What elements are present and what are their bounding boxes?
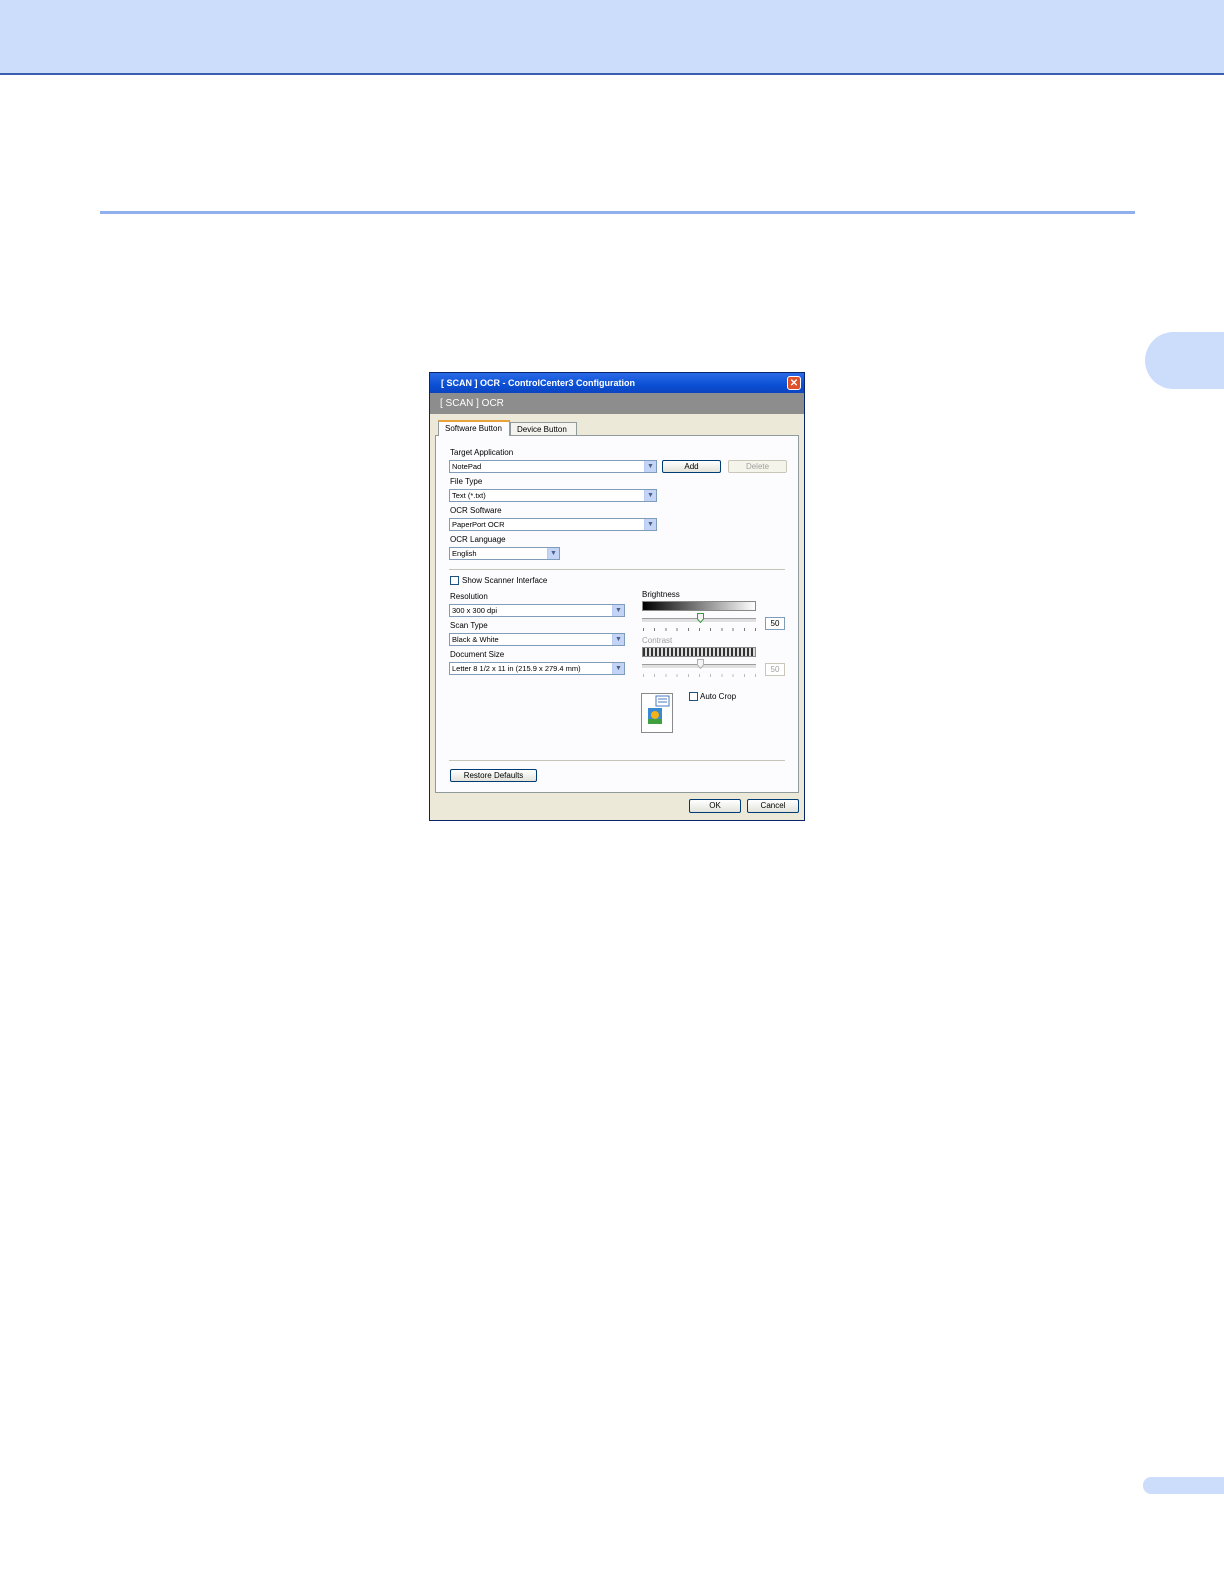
contrast-label: Contrast: [642, 636, 673, 645]
ocr-software-value: PaperPort OCR: [452, 520, 505, 529]
close-button[interactable]: ✕: [787, 376, 801, 390]
chevron-down-icon: ▼: [644, 490, 656, 501]
page-number-tab: [1143, 1477, 1224, 1494]
restore-defaults-button[interactable]: Restore Defaults: [450, 769, 537, 782]
file-type-value: Text (*.txt): [452, 491, 486, 500]
contrast-pattern: [642, 647, 756, 657]
scanned-page-icon: [648, 695, 670, 724]
chapter-tab: [1145, 332, 1224, 389]
contrast-value[interactable]: 50: [765, 663, 785, 676]
file-type-select[interactable]: Text (*.txt) ▼: [449, 489, 657, 502]
chevron-down-icon: ▼: [612, 634, 624, 645]
contrast-ticks: [643, 674, 757, 677]
document-size-label: Document Size: [450, 650, 505, 659]
scan-type-select[interactable]: Black & White ▼: [449, 633, 625, 646]
chevron-down-icon: ▼: [547, 548, 559, 559]
divider: [449, 569, 785, 570]
dialog-header: [ SCAN ] OCR: [430, 393, 804, 414]
dialog-title: [ SCAN ] OCR - ControlCenter3 Configurat…: [441, 378, 635, 388]
contrast-slider-thumb[interactable]: [697, 659, 704, 669]
close-icon: ✕: [789, 378, 799, 389]
add-button[interactable]: Add: [662, 460, 721, 473]
target-application-label: Target Application: [450, 448, 514, 457]
dialog-header-text: [ SCAN ] OCR: [440, 398, 504, 409]
delete-button[interactable]: Delete: [728, 460, 787, 473]
resolution-value: 300 x 300 dpi: [452, 606, 498, 615]
file-type-label: File Type: [450, 477, 483, 486]
page-header-band: [0, 0, 1224, 75]
document-icon: [641, 693, 673, 733]
document-size-select[interactable]: Letter 8 1/2 x 11 in (215.9 x 279.4 mm) …: [449, 662, 625, 675]
tab-panel: Target Application NotePad ▼ Add Delete …: [435, 435, 799, 793]
chevron-down-icon: ▼: [612, 663, 624, 674]
brightness-gradient: [642, 601, 756, 611]
ok-button[interactable]: OK: [689, 799, 741, 813]
ocr-language-select[interactable]: English ▼: [449, 547, 560, 560]
chevron-down-icon: ▼: [644, 461, 656, 472]
brightness-label: Brightness: [642, 590, 680, 599]
resolution-select[interactable]: 300 x 300 dpi ▼: [449, 604, 625, 617]
brightness-value[interactable]: 50: [765, 617, 785, 630]
chevron-down-icon: ▼: [612, 605, 624, 616]
target-application-value: NotePad: [452, 462, 482, 471]
show-scanner-interface-checkbox[interactable]: [450, 576, 459, 585]
document-size-value: Letter 8 1/2 x 11 in (215.9 x 279.4 mm): [452, 664, 581, 673]
dialog-titlebar: [ SCAN ] OCR - ControlCenter3 Configurat…: [430, 373, 804, 393]
cancel-button[interactable]: Cancel: [747, 799, 799, 813]
auto-crop-checkbox[interactable]: [689, 692, 698, 701]
resolution-label: Resolution: [450, 592, 488, 601]
tab-software-button[interactable]: Software Button: [438, 420, 510, 436]
brightness-ticks: [643, 628, 757, 631]
scan-type-label: Scan Type: [450, 621, 488, 630]
auto-crop-label: Auto Crop: [700, 692, 737, 701]
brightness-slider-thumb[interactable]: [697, 613, 704, 623]
ocr-language-label: OCR Language: [450, 535, 506, 544]
show-scanner-interface-label: Show Scanner Interface: [462, 576, 548, 585]
section-rule: [100, 211, 1135, 214]
target-application-select[interactable]: NotePad ▼: [449, 460, 657, 473]
ocr-software-select[interactable]: PaperPort OCR ▼: [449, 518, 657, 531]
chevron-down-icon: ▼: [644, 519, 656, 530]
divider: [449, 760, 785, 761]
scan-type-value: Black & White: [452, 635, 499, 644]
ocr-software-label: OCR Software: [450, 506, 502, 515]
configuration-dialog: [ SCAN ] OCR - ControlCenter3 Configurat…: [429, 372, 805, 821]
tab-device-button[interactable]: Device Button: [510, 422, 577, 435]
ocr-language-value: English: [452, 549, 477, 558]
